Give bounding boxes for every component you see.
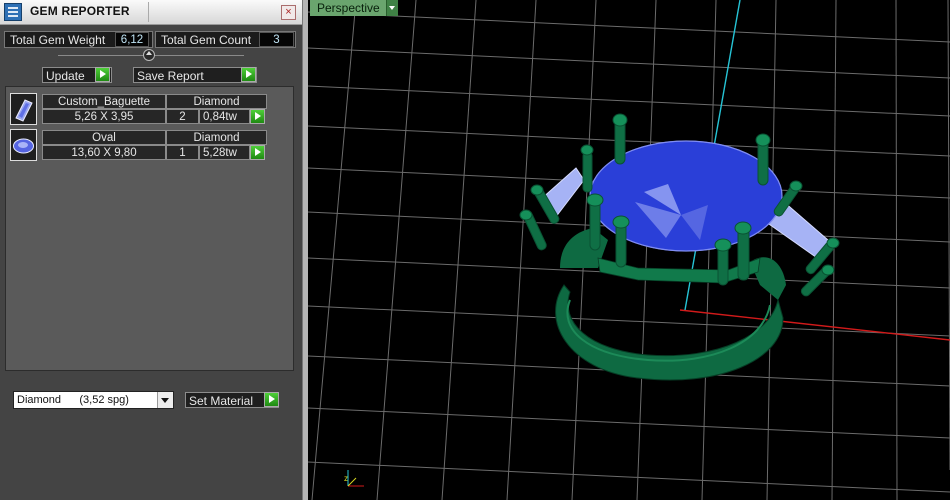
chevron-down-icon[interactable] <box>157 392 173 408</box>
viewport-canvas: z <box>308 0 950 500</box>
gem-name: Oval <box>42 130 166 145</box>
gem-list: Custom_Baguette Diamond 5,26 X 3,95 2 0,… <box>5 86 294 371</box>
oval-gem-icon <box>10 129 37 161</box>
gem-quantity: 2 <box>166 109 199 124</box>
save-report-button[interactable]: Save Report <box>133 67 257 83</box>
close-button[interactable]: × <box>281 5 296 20</box>
update-arrow-icon[interactable] <box>95 67 110 82</box>
save-report-arrow-icon[interactable] <box>241 67 256 82</box>
gem-select-arrow-icon[interactable] <box>250 145 265 160</box>
perspective-grid <box>308 0 950 500</box>
save-report-button-label: Save Report <box>137 69 204 83</box>
gem-material: Diamond <box>166 130 267 145</box>
total-gem-weight-text: Total Gem Weight <box>10 33 106 47</box>
baguette-gem-icon <box>10 93 37 125</box>
gem-reporter-app-icon <box>4 3 22 21</box>
total-gem-weight-value: 6,12 <box>115 32 149 47</box>
material-select-value: Diamond (3,52 spg) <box>17 394 129 406</box>
gem-weight: 0,84tw <box>199 109 250 124</box>
panel-title: GEM REPORTER <box>30 4 130 18</box>
gem-size: 5,26 X 3,95 <box>42 109 166 124</box>
set-material-arrow-icon[interactable] <box>264 392 279 407</box>
collapse-toggle-icon[interactable] <box>143 49 155 61</box>
ring-model <box>519 113 840 381</box>
material-select[interactable]: Diamond (3,52 spg) <box>13 391 174 409</box>
3d-viewport[interactable]: z Perspective <box>308 0 950 500</box>
gem-reporter-panel: GEM REPORTER × Total Gem Weight 6,12 Tot… <box>0 0 302 500</box>
axis-gizmo-icon: z <box>344 470 364 487</box>
gem-name: Custom_Baguette <box>42 94 166 109</box>
panel-titlebar: GEM REPORTER × <box>0 0 302 25</box>
total-gem-count-text: Total Gem Count <box>161 33 252 47</box>
gem-material: Diamond <box>166 94 267 109</box>
gem-select-arrow-icon[interactable] <box>250 109 265 124</box>
update-button-label: Update <box>46 69 85 83</box>
titlebar-divider <box>148 2 149 22</box>
gem-weight: 5,28tw <box>199 145 250 160</box>
view-mode-tab[interactable]: Perspective <box>310 0 396 16</box>
set-material-button-label: Set Material <box>189 394 254 408</box>
chevron-down-icon[interactable] <box>386 0 398 16</box>
view-mode-label: Perspective <box>317 1 380 15</box>
total-gem-count-value: 3 <box>259 32 294 47</box>
gem-quantity: 1 <box>166 145 199 160</box>
gem-size: 13,60 X 9,80 <box>42 145 166 160</box>
svg-text:z: z <box>344 474 348 483</box>
